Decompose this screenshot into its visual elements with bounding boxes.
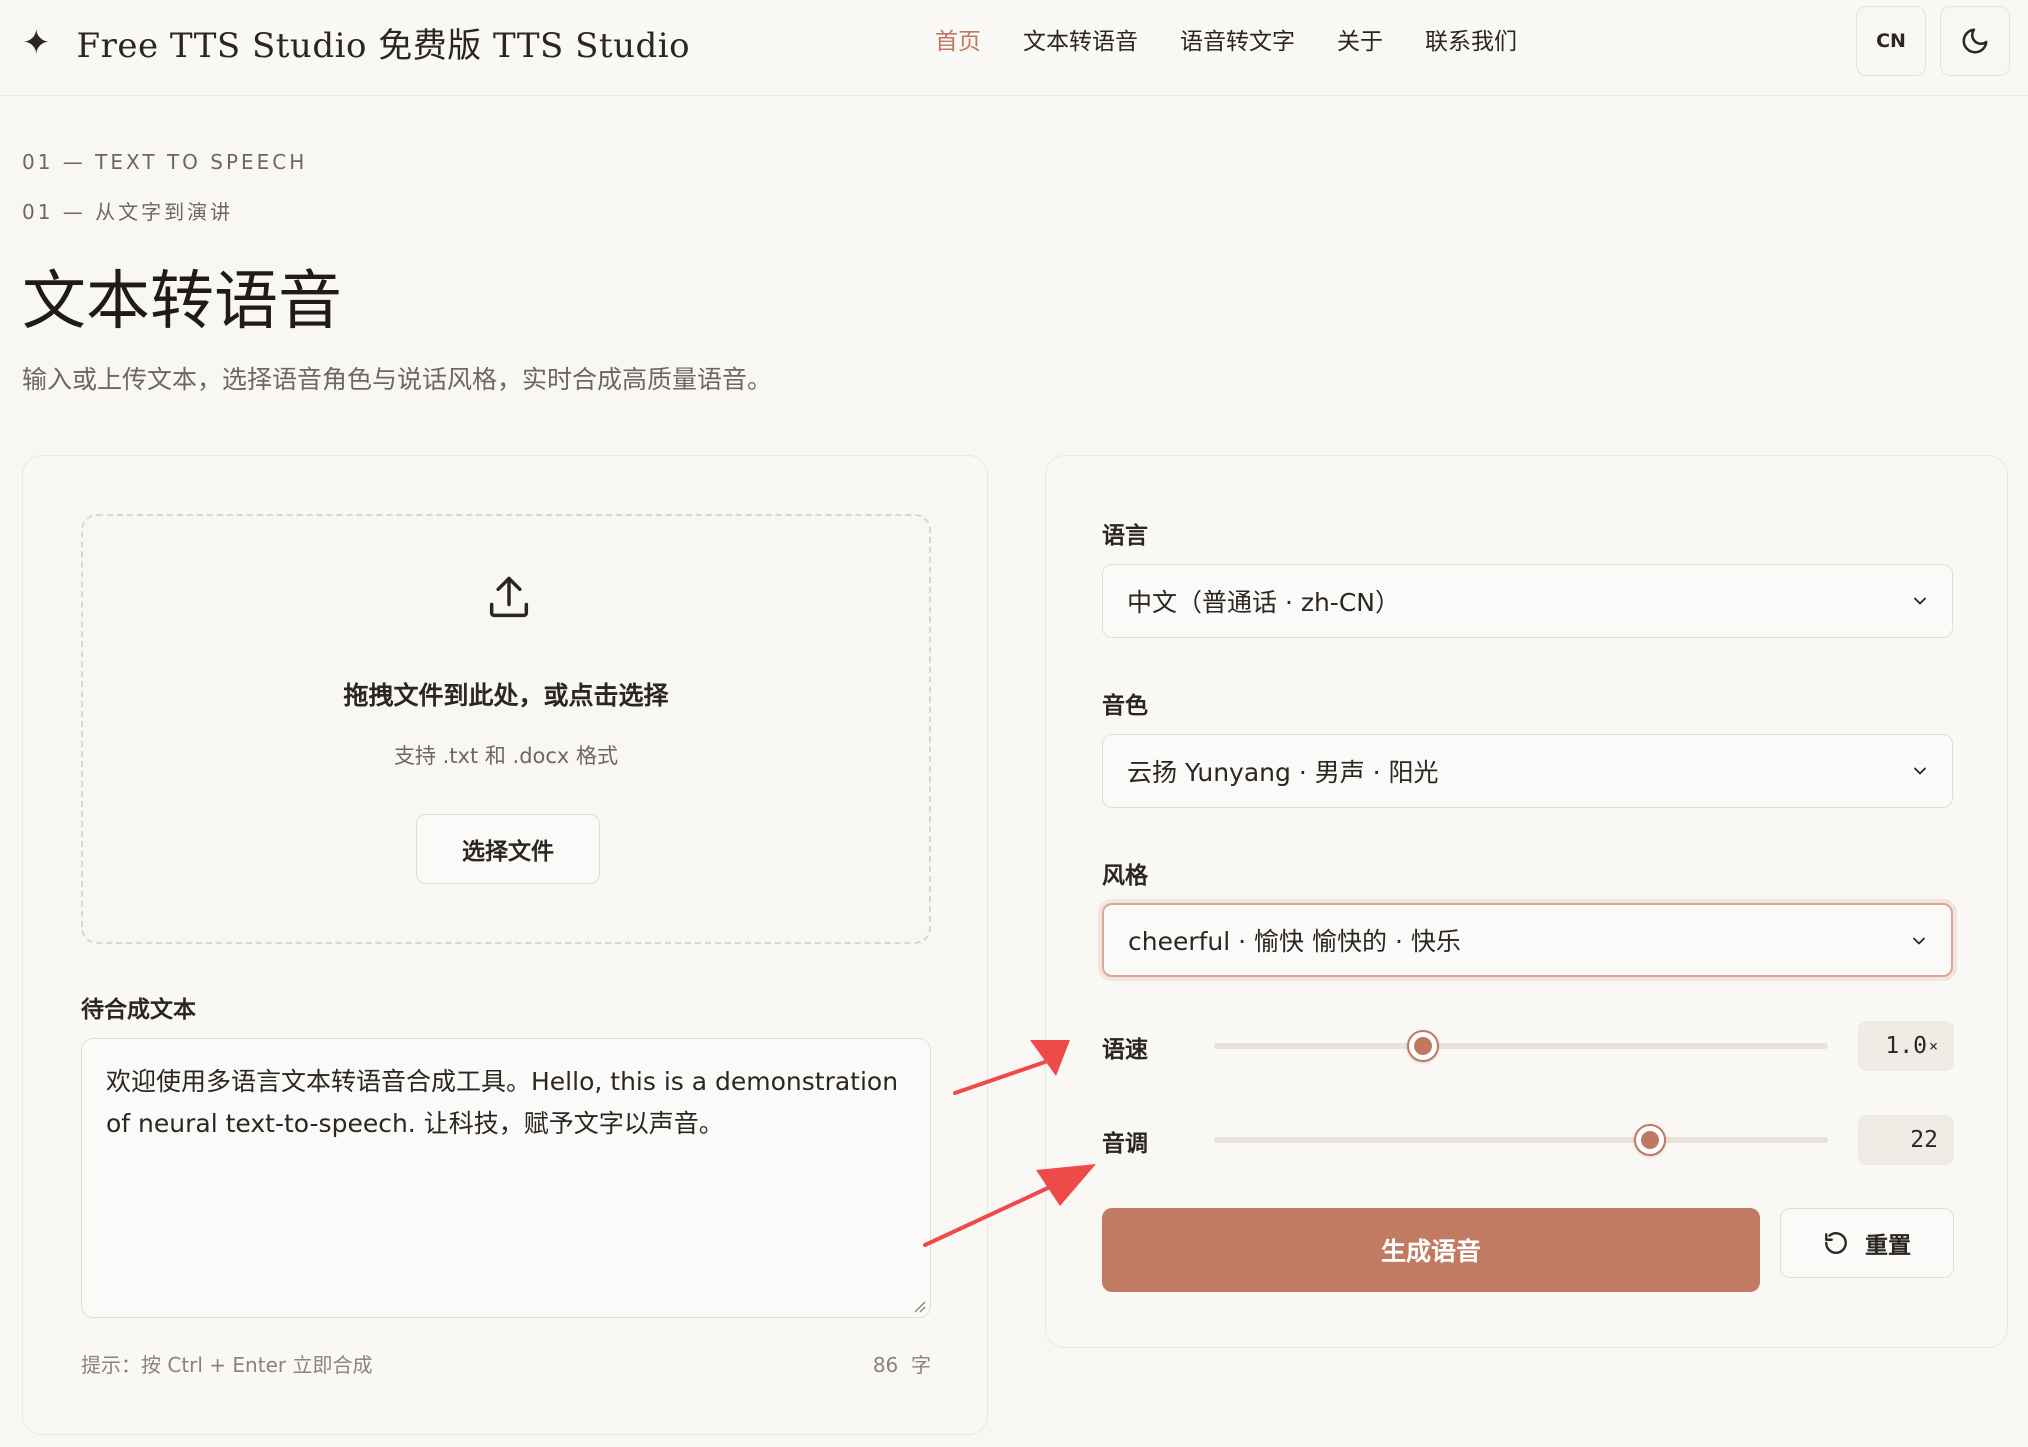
choose-file-button[interactable]: 选择文件 <box>416 814 600 884</box>
style-label: 风格 <box>1102 863 1148 889</box>
brand[interactable]: ✦ Free TTS Studio 免费版 TTS Studio <box>22 18 690 67</box>
language-select[interactable]: 中文（普通话 · zh-CN） <box>1102 564 1953 638</box>
top-bar: ✦ Free TTS Studio 免费版 TTS Studio 首页 文本转语… <box>0 0 2028 96</box>
shortcut-tip: 提示：按 Ctrl + Enter 立即合成 <box>81 1353 373 1377</box>
voice-select-value: 云扬 Yunyang · 男声 · 阳光 <box>1127 758 1439 787</box>
page-subtitle: 输入或上传文本，选择语音角色与说话风格，实时合成高质量语音。 <box>22 365 773 394</box>
dropzone-title: 拖拽文件到此处，或点击选择 <box>343 681 669 710</box>
main-nav: 首页 文本转语音 语音转文字 关于 联系我们 <box>935 22 1559 56</box>
nav-text-to-speech[interactable]: 文本转语音 <box>1023 22 1138 56</box>
style-select-value: cheerful · 愉快 愉快的 · 快乐 <box>1128 927 1461 956</box>
text-input-label: 待合成文本 <box>81 997 196 1023</box>
pitch-value: 22 <box>1858 1115 1954 1165</box>
rate-slider-thumb[interactable] <box>1406 1030 1439 1062</box>
language-label: 语言 <box>1102 523 1148 549</box>
nav-contact[interactable]: 联系我们 <box>1425 22 1517 56</box>
moon-icon <box>1962 28 1988 54</box>
char-counter: 86 字 <box>823 1349 931 1378</box>
voice-settings-card: 语言 中文（普通话 · zh-CN） 音色 云扬 Yunyang · 男声 · … <box>1045 455 2008 1348</box>
sparkle-icon: ✦ <box>22 22 51 63</box>
resize-handle-icon[interactable] <box>912 1299 926 1313</box>
chevron-down-icon <box>1914 767 1926 775</box>
pitch-slider[interactable] <box>1214 1124 1828 1156</box>
style-select[interactable]: cheerful · 愉快 愉快的 · 快乐 <box>1102 903 1953 977</box>
rate-value: 1.0 × <box>1858 1021 1954 1071</box>
rate-value-number: 1.0 <box>1885 1033 1927 1059</box>
rate-value-unit: × <box>1928 1037 1938 1055</box>
language-select-value: 中文（普通话 · zh-CN） <box>1127 588 1400 617</box>
voice-label: 音色 <box>1102 693 1148 719</box>
language-toggle-button[interactable]: CN <box>1856 6 1926 76</box>
reset-button-label: 重置 <box>1865 1233 1911 1259</box>
generate-speech-button[interactable]: 生成语音 <box>1102 1208 1760 1292</box>
theme-toggle-button[interactable] <box>1940 6 2010 76</box>
pitch-value-number: 22 <box>1910 1127 1938 1153</box>
nav-speech-to-text[interactable]: 语音转文字 <box>1180 22 1295 56</box>
section-eyebrow-en: 01 — TEXT TO SPEECH <box>22 150 308 174</box>
reset-icon <box>1825 1232 1847 1254</box>
nav-about[interactable]: 关于 <box>1337 22 1383 56</box>
rate-label: 语速 <box>1102 1037 1148 1063</box>
nav-home[interactable]: 首页 <box>935 22 981 56</box>
rate-slider[interactable] <box>1214 1030 1828 1062</box>
char-count: 86 <box>872 1353 899 1377</box>
section-eyebrow-zh: 01 — 从文字到演讲 <box>22 200 234 224</box>
brand-name: Free TTS Studio 免费版 TTS Studio <box>76 26 691 66</box>
pitch-slider-thumb[interactable] <box>1633 1124 1666 1156</box>
pitch-label: 音调 <box>1102 1131 1148 1157</box>
text-input-card: 拖拽文件到此处，或点击选择 支持 .txt 和 .docx 格式 选择文件 待合… <box>22 455 988 1435</box>
reset-button[interactable]: 重置 <box>1780 1208 1954 1278</box>
upload-icon <box>489 576 529 618</box>
text-input[interactable]: 欢迎使用多语言文本转语音合成工具。Hello, this is a demons… <box>81 1038 931 1318</box>
char-unit: 字 <box>911 1353 931 1377</box>
voice-select[interactable]: 云扬 Yunyang · 男声 · 阳光 <box>1102 734 1953 808</box>
page-title: 文本转语音 <box>22 265 342 339</box>
text-input-value: 欢迎使用多语言文本转语音合成工具。Hello, this is a demons… <box>106 1067 899 1138</box>
chevron-down-icon <box>1914 597 1926 605</box>
file-dropzone[interactable]: 拖拽文件到此处，或点击选择 支持 .txt 和 .docx 格式 选择文件 <box>81 514 931 944</box>
dropzone-hint: 支持 .txt 和 .docx 格式 <box>393 744 619 768</box>
chevron-down-icon <box>1913 937 1925 945</box>
